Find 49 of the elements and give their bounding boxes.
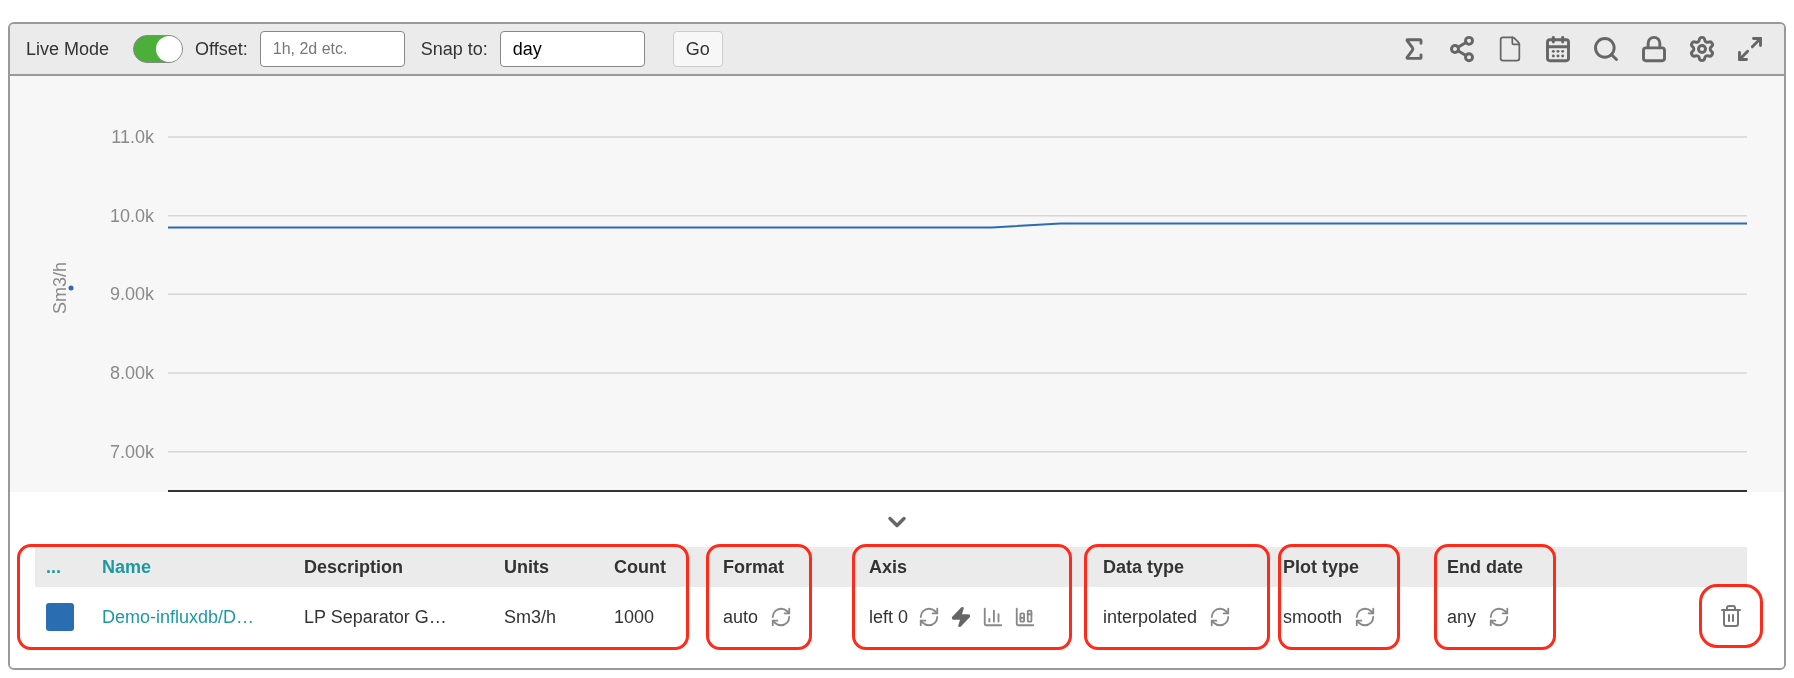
y-tick-label: 10.0k <box>109 205 154 226</box>
refresh-icon[interactable] <box>1488 606 1511 628</box>
refresh-icon[interactable] <box>1354 606 1377 628</box>
column-header: Count <box>614 555 666 579</box>
bar-chart-icon[interactable] <box>982 606 1005 628</box>
column-header: Units <box>504 555 549 579</box>
refresh-icon[interactable] <box>770 606 793 628</box>
column-header: Data type <box>1103 555 1185 579</box>
series-name-link[interactable]: Demo-influxdb/D… <box>102 603 255 631</box>
y-axis-label: Sm3/h <box>50 262 70 314</box>
snap-to-label: Snap to: <box>420 37 488 61</box>
y-tick-label: 9.00k <box>109 284 154 305</box>
table-cell-text: left 0 <box>869 605 909 629</box>
refresh-icon[interactable] <box>1209 606 1232 628</box>
refresh-icon[interactable] <box>918 606 941 628</box>
column-header-link[interactable]: ... <box>46 553 61 581</box>
y-tick-label: 11.0k <box>111 127 154 147</box>
table-cell-text: smooth <box>1283 605 1343 629</box>
lock-icon[interactable] <box>1640 35 1668 63</box>
column-header: End date <box>1447 555 1523 579</box>
calendar-icon[interactable] <box>1544 35 1572 63</box>
column-header: Description <box>304 555 404 579</box>
stacked-bar-chart-icon[interactable] <box>1014 606 1037 628</box>
table-cell-text: auto <box>723 605 759 629</box>
column-header: Axis <box>869 555 908 579</box>
live-mode-toggle[interactable] <box>133 35 184 63</box>
table-cell-text: Sm3/h <box>504 605 557 629</box>
table-cell-text: LP Separator G… <box>304 605 447 629</box>
share-icon[interactable] <box>1448 35 1476 63</box>
offset-field[interactable]: 1h, 2d etc. <box>259 31 405 67</box>
snap-to-field[interactable]: day <box>499 31 645 67</box>
series-color-swatch[interactable] <box>46 603 74 631</box>
y-tick-label: 7.00k <box>109 441 154 462</box>
live-mode-label: Live Mode <box>26 37 110 61</box>
settings-icon[interactable] <box>1688 35 1716 63</box>
offset-label: Offset: <box>195 37 248 61</box>
table-cell-text: interpolated <box>1103 605 1198 629</box>
table-cell-text: 1000 <box>614 605 655 629</box>
table-cell-text: any <box>1447 605 1477 629</box>
series-marker <box>68 285 74 291</box>
column-header: Format <box>723 555 784 579</box>
delete-icon[interactable] <box>1719 604 1743 628</box>
search-icon[interactable] <box>1592 35 1620 63</box>
column-header-link[interactable]: Name <box>102 553 152 581</box>
expand-icon[interactable] <box>1736 35 1764 63</box>
lightning-icon[interactable] <box>950 606 973 628</box>
y-tick-label: 8.00k <box>109 363 154 383</box>
go-button[interactable]: Go <box>672 31 723 67</box>
column-header: Plot type <box>1283 555 1359 579</box>
